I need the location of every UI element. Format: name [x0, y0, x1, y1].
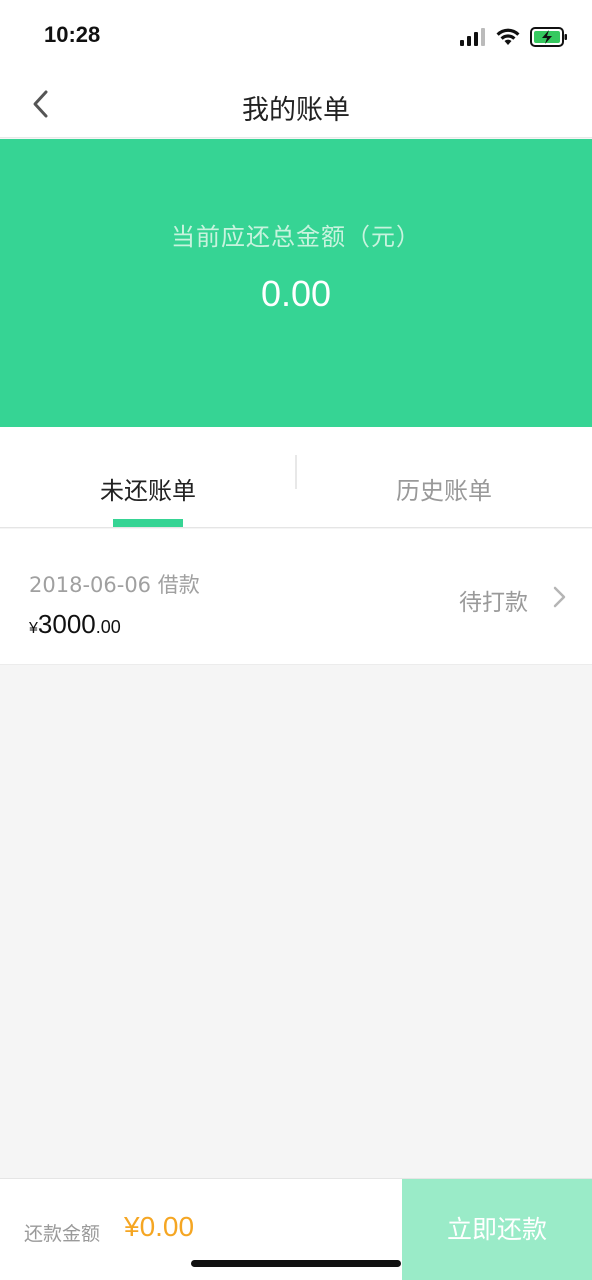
- tab-unpaid-bills[interactable]: 未还账单: [0, 427, 296, 527]
- bill-status: 待打款: [459, 590, 528, 616]
- bill-amount-decimal: .00: [95, 617, 121, 637]
- chevron-right-icon: [553, 586, 566, 608]
- tab-history-bills[interactable]: 历史账单: [296, 427, 592, 527]
- signal-icon: [460, 28, 485, 46]
- summary-amount: 0.00: [260, 273, 332, 314]
- status-time: 10:28: [44, 22, 101, 47]
- bill-list-item[interactable]: 2018-06-06 借款 ¥3000.00 待打款: [0, 529, 592, 665]
- status-bar: 10:28: [0, 0, 592, 72]
- nav-bar: 我的账单: [0, 72, 592, 138]
- my-bills-page: 10:28 我的账单 当前应还总金额（元） 0.00 未还账单 历史账单 201…: [0, 0, 592, 1280]
- battery-charging-icon: [530, 27, 567, 47]
- wifi-icon: [496, 28, 520, 45]
- status-icons: [460, 26, 568, 48]
- summary-header: 当前应还总金额（元） 0.00: [0, 139, 592, 427]
- page-title: 我的账单: [242, 95, 350, 126]
- active-tab-indicator: [113, 519, 183, 527]
- pay-amount-label: 还款金额: [24, 1223, 101, 1245]
- tab-label: 未还账单: [100, 477, 196, 505]
- bill-amount: ¥3000.00: [29, 609, 121, 640]
- bill-amount-integer: 3000: [37, 609, 96, 639]
- home-indicator[interactable]: [191, 1260, 401, 1267]
- repay-now-button[interactable]: 立即还款: [402, 1179, 592, 1280]
- bill-currency: ¥: [29, 620, 38, 637]
- tab-label: 历史账单: [396, 477, 492, 505]
- summary-label: 当前应还总金额（元）: [171, 223, 421, 251]
- bill-tabs: 未还账单 历史账单: [0, 427, 592, 528]
- pay-amount-value: ¥0.00: [124, 1211, 195, 1242]
- bill-date: 2018-06-06 借款: [29, 573, 200, 597]
